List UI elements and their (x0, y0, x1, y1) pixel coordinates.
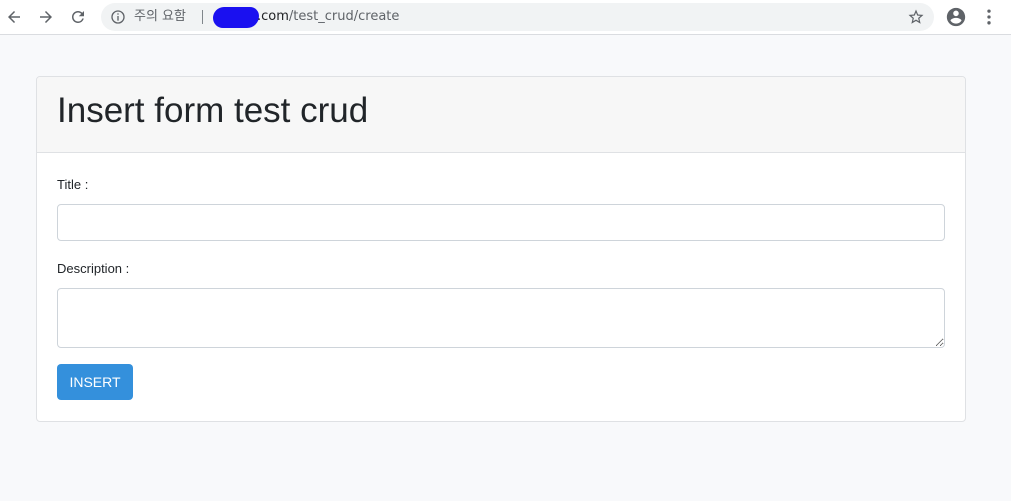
account-icon[interactable] (945, 6, 967, 28)
security-status-label[interactable]: 주의 요함 (134, 9, 186, 25)
url-redaction-mark (213, 7, 259, 28)
browser-toolbar: 주의 요함 .com/test_crud/create (0, 0, 1011, 35)
star-icon[interactable] (907, 8, 925, 26)
insert-form-card: Insert form test crud Title : Descriptio… (36, 76, 966, 422)
title-input[interactable] (57, 204, 945, 241)
forward-arrow-icon[interactable] (35, 6, 57, 28)
page-title: Insert form test crud (57, 91, 369, 130)
kebab-menu-icon[interactable] (979, 7, 999, 27)
address-bar-separator (202, 10, 203, 24)
description-textarea[interactable] (57, 288, 945, 348)
url-path: /test_crud/create (288, 9, 400, 24)
url-host: .com (257, 9, 289, 24)
title-label: Title : (57, 177, 89, 192)
info-icon[interactable] (110, 9, 126, 25)
url-text[interactable]: .com/test_crud/create (257, 9, 399, 25)
address-bar[interactable]: 주의 요함 .com/test_crud/create (101, 3, 934, 31)
insert-button[interactable]: INSERT (57, 364, 133, 400)
description-label: Description : (57, 261, 130, 276)
back-arrow-icon[interactable] (3, 6, 25, 28)
card-header: Insert form test crud (37, 77, 965, 153)
reload-icon[interactable] (67, 6, 89, 28)
